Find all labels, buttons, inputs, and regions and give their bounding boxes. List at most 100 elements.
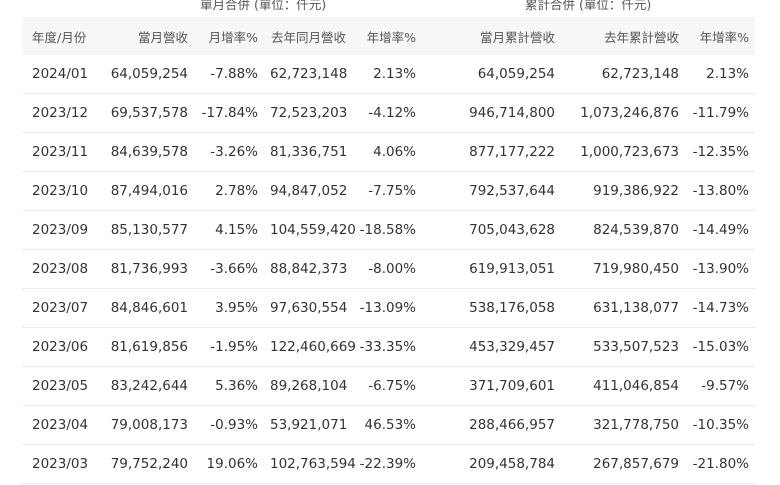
- cell-mom-pct: -7.88%: [194, 55, 264, 94]
- cell-last-year-monthly: 53,921,071: [264, 405, 352, 445]
- table-header-row: 年度/月份 當月營收 月增率% 去年同月營收 年增率% 當月累計營收 去年累計營…: [22, 17, 755, 55]
- cell-mom-pct: -3.26%: [194, 132, 264, 172]
- cell-cumulative-revenue: 877,177,222: [436, 132, 561, 172]
- cell-yoy-pct: 4.06%: [352, 132, 422, 172]
- table-row: 2023/11 84,639,578 -3.26% 81,336,751 4.06% 87…: [22, 132, 755, 172]
- cell-period: 2023/11: [22, 132, 104, 172]
- cell-period: 2023/12: [22, 93, 104, 133]
- cell-last-year-monthly: 72,523,203: [264, 93, 352, 133]
- table-row: 2023/09 85,130,577 4.15% 104,559,420 -18.58%…: [22, 210, 755, 250]
- group-gap: [422, 132, 436, 172]
- col-header-last-year-monthly: 去年同月營收: [264, 17, 352, 55]
- cell-period: 2023/05: [22, 366, 104, 406]
- cell-last-year-cumulative: 1,000,723,673: [561, 132, 685, 172]
- cell-cumulative-revenue: 619,913,051: [436, 249, 561, 289]
- group-gap: [422, 288, 436, 328]
- col-header-mom-pct: 月增率%: [194, 17, 264, 55]
- group-gap: [422, 444, 436, 484]
- table-row: 2023/08 81,736,993 -3.66% 88,842,373 -8.00% 6…: [22, 249, 755, 289]
- cell-cumulative-yoy-pct: 2.13%: [685, 55, 755, 94]
- table-row: 2023/06 81,619,856 -1.95% 122,460,669 -33.35…: [22, 327, 755, 367]
- cell-last-year-cumulative: 533,507,523: [561, 327, 685, 367]
- col-header-period: 年度/月份: [22, 17, 104, 55]
- cell-last-year-cumulative: 62,723,148: [561, 55, 685, 94]
- cell-yoy-pct: -7.75%: [352, 171, 422, 211]
- cell-monthly-revenue: 85,130,577: [104, 210, 194, 250]
- cell-cumulative-revenue: 64,059,254: [436, 55, 561, 94]
- col-header-yoy-pct: 年增率%: [352, 17, 422, 55]
- cell-monthly-revenue: 81,736,993: [104, 249, 194, 289]
- cell-mom-pct: -0.93%: [194, 405, 264, 445]
- cell-mom-pct: -3.66%: [194, 249, 264, 289]
- revenue-table: 年度/月份 當月營收 月增率% 去年同月營收 年增率% 當月累計營收 去年累計營…: [22, 17, 755, 484]
- cell-period: 2023/06: [22, 327, 104, 367]
- cell-last-year-cumulative: 267,857,679: [561, 444, 685, 484]
- cell-period: 2024/01: [22, 55, 104, 94]
- cell-period: 2023/04: [22, 405, 104, 445]
- table-row: 2023/12 69,537,578 -17.84% 72,523,203 -4.12%…: [22, 93, 755, 133]
- cell-cumulative-yoy-pct: -21.80%: [685, 444, 755, 484]
- cell-yoy-pct: -6.75%: [352, 366, 422, 406]
- cell-cumulative-yoy-pct: -13.80%: [685, 171, 755, 211]
- cell-cumulative-revenue: 946,714,800: [436, 93, 561, 133]
- cell-period: 2023/09: [22, 210, 104, 250]
- cell-yoy-pct: -18.58%: [352, 210, 422, 250]
- table-row: 2023/10 87,494,016 2.78% 94,847,052 -7.75% 79…: [22, 171, 755, 211]
- cell-last-year-monthly: 62,723,148: [264, 55, 352, 94]
- cell-monthly-revenue: 83,242,644: [104, 366, 194, 406]
- cell-yoy-pct: -22.39%: [352, 444, 422, 484]
- cell-mom-pct: 2.78%: [194, 171, 264, 211]
- cell-cumulative-revenue: 371,709,601: [436, 366, 561, 406]
- cell-period: 2023/03: [22, 444, 104, 484]
- cell-yoy-pct: -13.09%: [352, 288, 422, 328]
- group-gap: [422, 405, 436, 445]
- group-gap: [422, 17, 436, 55]
- cumulative-group-header: 累計合併 (單位：仟元): [525, 0, 652, 12]
- table-row: 2023/04 79,008,173 -0.93% 53,921,071 46.53% 2…: [22, 405, 755, 445]
- cell-last-year-monthly: 94,847,052: [264, 171, 352, 211]
- cell-monthly-revenue: 84,846,601: [104, 288, 194, 328]
- table-row: 2023/07 84,846,601 3.95% 97,630,554 -13.09% 5…: [22, 288, 755, 328]
- col-header-cumulative-yoy-pct: 年增率%: [685, 17, 755, 55]
- cell-cumulative-yoy-pct: -11.79%: [685, 93, 755, 133]
- cell-last-year-cumulative: 631,138,077: [561, 288, 685, 328]
- cell-mom-pct: 4.15%: [194, 210, 264, 250]
- cell-period: 2023/07: [22, 288, 104, 328]
- cell-last-year-monthly: 88,842,373: [264, 249, 352, 289]
- table-row: 2023/03 79,752,240 19.06% 102,763,594 -22.39…: [22, 444, 755, 484]
- cell-cumulative-yoy-pct: -10.35%: [685, 405, 755, 445]
- cell-monthly-revenue: 79,752,240: [104, 444, 194, 484]
- cell-cumulative-yoy-pct: -14.73%: [685, 288, 755, 328]
- group-gap: [422, 93, 436, 133]
- cell-cumulative-yoy-pct: -13.90%: [685, 249, 755, 289]
- cell-yoy-pct: -4.12%: [352, 93, 422, 133]
- group-gap: [422, 55, 436, 94]
- cell-yoy-pct: -33.35%: [352, 327, 422, 367]
- monthly-group-header: 單月合併 (單位：仟元): [200, 0, 327, 12]
- group-gap: [422, 249, 436, 289]
- cell-cumulative-revenue: 288,466,957: [436, 405, 561, 445]
- cell-last-year-cumulative: 321,778,750: [561, 405, 685, 445]
- cell-last-year-monthly: 81,336,751: [264, 132, 352, 172]
- cell-monthly-revenue: 69,537,578: [104, 93, 194, 133]
- cell-yoy-pct: 46.53%: [352, 405, 422, 445]
- cell-period: 2023/08: [22, 249, 104, 289]
- cell-mom-pct: -1.95%: [194, 327, 264, 367]
- cell-period: 2023/10: [22, 171, 104, 211]
- cell-mom-pct: 3.95%: [194, 288, 264, 328]
- cell-mom-pct: -17.84%: [194, 93, 264, 133]
- cell-yoy-pct: -8.00%: [352, 249, 422, 289]
- cell-last-year-monthly: 89,268,104: [264, 366, 352, 406]
- cell-mom-pct: 19.06%: [194, 444, 264, 484]
- cell-last-year-monthly: 122,460,669: [264, 327, 356, 367]
- cell-cumulative-yoy-pct: -14.49%: [685, 210, 755, 250]
- cell-monthly-revenue: 87,494,016: [104, 171, 194, 211]
- cell-last-year-cumulative: 824,539,870: [561, 210, 685, 250]
- group-gap: [422, 327, 436, 367]
- cell-cumulative-revenue: 209,458,784: [436, 444, 561, 484]
- cell-cumulative-revenue: 792,537,644: [436, 171, 561, 211]
- cell-last-year-cumulative: 1,073,246,876: [561, 93, 685, 133]
- cell-last-year-cumulative: 719,980,450: [561, 249, 685, 289]
- group-gap: [422, 210, 436, 250]
- cell-monthly-revenue: 84,639,578: [104, 132, 194, 172]
